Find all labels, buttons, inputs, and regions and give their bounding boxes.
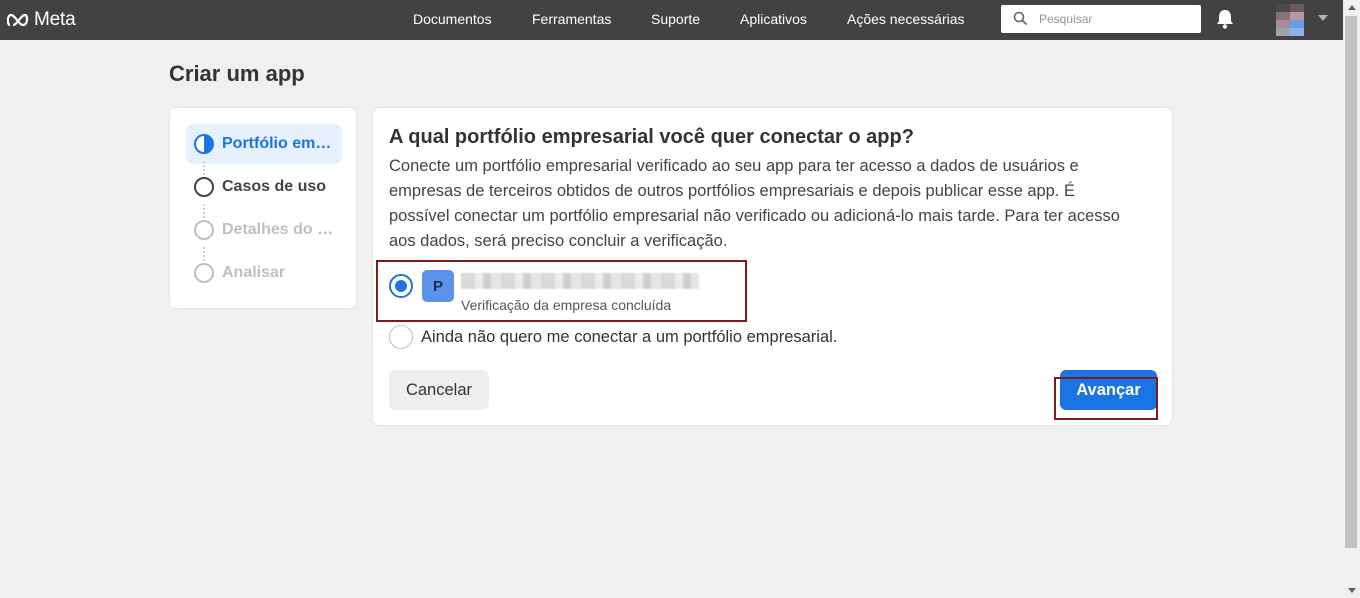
steps-panel: Portfólio em… Casos de uso Detalhes do ……: [169, 107, 357, 309]
step-portfolio[interactable]: Portfólio em…: [186, 124, 342, 164]
search-box[interactable]: Pesquisar: [1001, 5, 1201, 33]
brand-name: Meta: [34, 9, 76, 30]
nav-link-suporte[interactable]: Suporte: [651, 11, 700, 27]
step-label: Portfólio em…: [222, 135, 332, 152]
avatar[interactable]: [1276, 4, 1304, 36]
radio-no-portfolio[interactable]: [389, 325, 413, 349]
highlight-box-next: [1054, 377, 1158, 420]
nav-link-acoes-necessarias[interactable]: Ações necessárias: [847, 11, 965, 27]
bell-icon[interactable]: [1214, 8, 1236, 30]
chevron-down-icon[interactable]: [1318, 15, 1328, 21]
no-portfolio-option-label[interactable]: Ainda não quero me conectar a um portfól…: [421, 328, 837, 347]
step-label: Casos de uso: [222, 178, 327, 195]
step-label: Analisar: [222, 264, 286, 281]
step-disabled-icon: [194, 263, 214, 283]
step-pending-icon: [194, 177, 214, 197]
page-title: Criar um app: [169, 61, 305, 86]
step-detalhes: Detalhes do …: [186, 210, 342, 250]
highlight-box-portfolio: [376, 260, 747, 322]
meta-logo[interactable]: Meta: [7, 9, 76, 31]
nav-link-documentos[interactable]: Documentos: [413, 11, 492, 27]
search-icon: [1013, 11, 1028, 26]
step-casos-de-uso[interactable]: Casos de uso: [186, 167, 342, 207]
top-nav: Meta Documentos Ferramentas Suporte Apli…: [0, 0, 1343, 40]
cancel-button[interactable]: Cancelar: [389, 370, 489, 410]
scroll-up-icon[interactable]: [1348, 5, 1356, 10]
scroll-down-icon[interactable]: [1348, 588, 1356, 593]
scrollbar-thumb[interactable]: [1345, 16, 1357, 548]
step-analisar: Analisar: [186, 253, 342, 293]
meta-infinity-icon: [7, 13, 29, 27]
question-heading: A qual portfólio empresarial você quer c…: [389, 126, 914, 148]
nav-link-aplicativos[interactable]: Aplicativos: [740, 11, 807, 27]
search-input[interactable]: Pesquisar: [1039, 12, 1092, 26]
step-disabled-icon: [194, 220, 214, 240]
page-scrollbar[interactable]: [1343, 0, 1360, 598]
step-label: Detalhes do …: [222, 221, 334, 238]
step-in-progress-icon: [194, 134, 214, 154]
question-description: Conecte um portfólio empresarial verific…: [389, 157, 1120, 250]
nav-link-ferramentas[interactable]: Ferramentas: [532, 11, 611, 27]
